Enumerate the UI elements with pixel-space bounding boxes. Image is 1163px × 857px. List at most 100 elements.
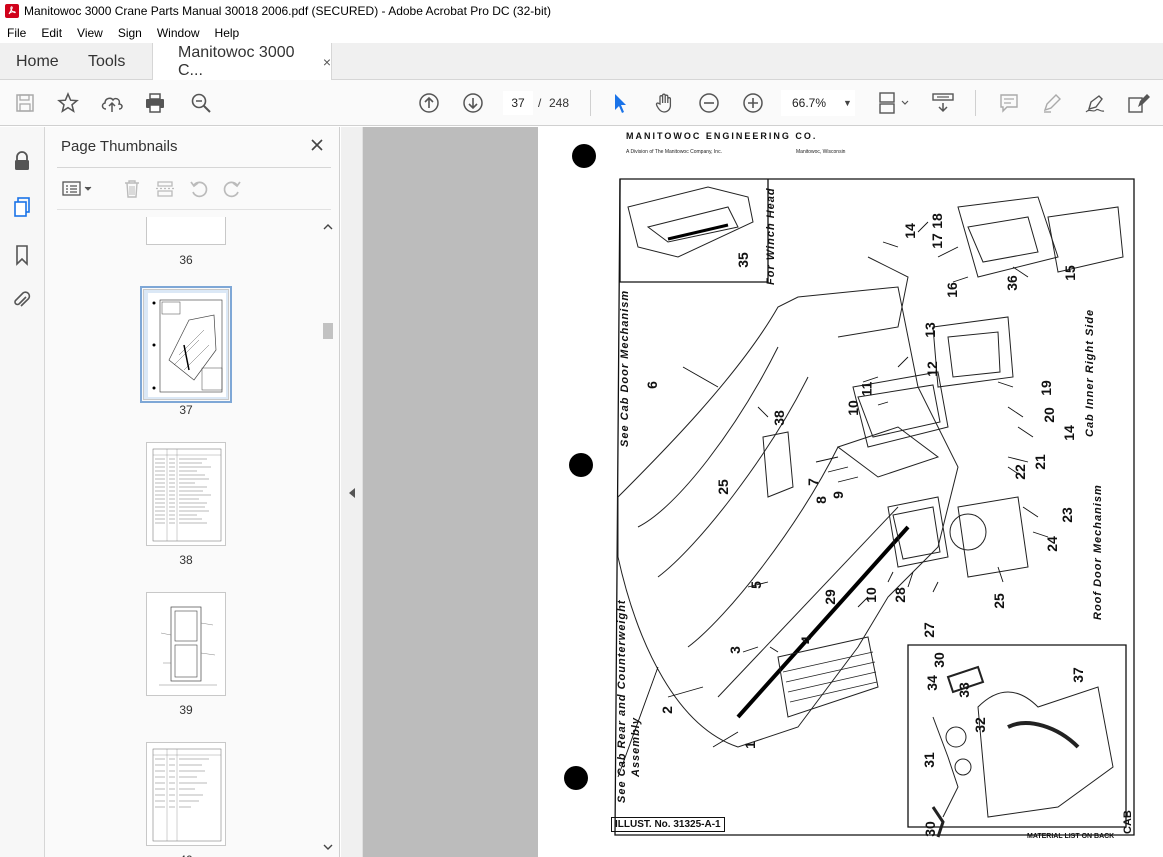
callout: 31 <box>920 752 937 768</box>
tab-document[interactable]: Manitowoc 3000 C... × <box>152 43 332 81</box>
callout: 14 <box>901 223 918 239</box>
hand-tool-icon[interactable] <box>653 91 677 115</box>
extract-page-icon[interactable] <box>154 177 176 201</box>
callout: 15 <box>1061 265 1078 281</box>
zoom-out-icon[interactable] <box>697 91 721 115</box>
scrollbar-thumb[interactable] <box>323 323 333 339</box>
page-separator: / <box>538 96 542 110</box>
upload-cloud-icon[interactable] <box>100 91 124 115</box>
window-titlebar: Manitowoc 3000 Crane Parts Manual 30018 … <box>0 0 1163 22</box>
tab-home-label: Home <box>16 52 59 70</box>
rotate-left-icon[interactable] <box>188 177 210 201</box>
menu-window[interactable]: Window <box>150 26 208 40</box>
menu-file[interactable]: File <box>0 26 34 40</box>
callout: 10 <box>844 400 861 416</box>
lock-icon[interactable] <box>10 149 34 173</box>
menu-edit[interactable]: Edit <box>34 26 70 40</box>
thumbnail-page-37[interactable] <box>140 286 232 403</box>
tab-tools[interactable]: Tools <box>88 43 125 80</box>
menu-view[interactable]: View <box>70 26 111 40</box>
callout: 24 <box>1043 536 1060 552</box>
callout: 18 <box>928 213 945 229</box>
panel-collapse-gutter[interactable] <box>341 127 363 857</box>
pdf-app-icon <box>5 4 19 18</box>
zoom-level-value: 66.7% <box>792 96 827 110</box>
callout: 30 <box>921 821 938 837</box>
page-thumbnails-panel: Page Thumbnails 36 37 38 39 <box>45 127 340 857</box>
menu-help[interactable]: Help <box>208 26 248 40</box>
callout: 14 <box>1060 425 1077 441</box>
sign-pen-icon[interactable] <box>1083 91 1107 115</box>
close-icon[interactable] <box>307 135 327 155</box>
next-page-icon[interactable] <box>461 91 485 115</box>
highlight-pen-icon[interactable] <box>1040 91 1064 115</box>
attachment-icon[interactable] <box>10 288 34 312</box>
tab-close-icon[interactable]: × <box>323 54 331 70</box>
callout: 1 <box>741 741 758 749</box>
page-thumbnails-icon[interactable] <box>10 195 34 219</box>
page-total: 248 <box>549 96 570 110</box>
star-icon[interactable] <box>56 91 80 115</box>
previous-page-icon[interactable] <box>417 91 441 115</box>
material-list-note: MATERIAL LIST ON BACK <box>1027 833 1115 840</box>
thumbnail-page-40[interactable] <box>146 742 226 846</box>
callout: 25 <box>990 593 1007 609</box>
thumbnail-label: 37 <box>179 403 193 417</box>
select-cursor-icon[interactable] <box>608 91 632 115</box>
callout: 7 <box>804 478 821 486</box>
callout: 35 <box>734 252 751 268</box>
callout: 29 <box>821 589 838 605</box>
thumbnail-options-icon[interactable] <box>60 177 96 201</box>
label-cab-rear: See Cab Rear and Counterweight <box>616 599 628 803</box>
scroll-down-icon[interactable] <box>320 841 336 853</box>
thumbnail-39-preview <box>159 606 217 686</box>
thumbnail-40-preview <box>152 748 222 842</box>
thumbnail-label: 40 <box>146 853 226 857</box>
tab-bar: Home Tools Manitowoc 3000 C... × <box>0 43 1163 81</box>
zoom-level-select[interactable]: 66.7% ▼ <box>781 90 855 116</box>
document-page: MANITOWOC ENGINEERING CO. A Division of … <box>538 127 1163 857</box>
save-icon[interactable] <box>13 91 37 115</box>
page-fit-icon[interactable] <box>876 91 912 115</box>
bookmark-icon[interactable] <box>10 243 34 267</box>
label-cab-rear-assembly: Assembly <box>630 717 642 777</box>
thumbnail-label: 36 <box>179 253 193 267</box>
panel-title: Page Thumbnails <box>61 138 178 155</box>
thumbnail-page-39[interactable] <box>146 592 226 696</box>
callout: 21 <box>1031 454 1048 470</box>
callout: 8 <box>812 496 829 504</box>
main-toolbar <box>0 80 1163 126</box>
callout: 4 <box>797 636 814 644</box>
label-cab-door: See Cab Door Mechanism <box>619 289 631 447</box>
rotate-right-icon[interactable] <box>221 177 243 201</box>
thumbnail-38-preview <box>152 448 222 542</box>
collapse-arrow-icon[interactable] <box>349 488 355 498</box>
scroll-mode-icon[interactable] <box>931 91 955 115</box>
callout: 23 <box>1058 507 1075 523</box>
callout: 9 <box>829 491 846 499</box>
thumbnail-page-38[interactable] <box>146 442 226 546</box>
thumbnail-scrollbar[interactable] <box>320 219 336 857</box>
comment-icon[interactable] <box>997 91 1021 115</box>
tab-home[interactable]: Home <box>16 43 59 80</box>
print-icon[interactable] <box>143 91 167 115</box>
chevron-down-icon: ▼ <box>843 98 852 108</box>
label-cab-inner-right: Cab Inner Right Side <box>1084 308 1096 437</box>
callout: 36 <box>1003 275 1020 291</box>
scroll-up-icon[interactable] <box>320 221 336 233</box>
thumbnail-page-36[interactable] <box>146 217 226 245</box>
zoom-in-icon[interactable] <box>741 91 765 115</box>
callout: 20 <box>1040 407 1057 423</box>
left-navigation-rail <box>0 127 45 857</box>
panel-divider-2 <box>57 209 331 210</box>
document-canvas[interactable]: MANITOWOC ENGINEERING CO. A Division of … <box>363 127 1163 857</box>
callout: 10 <box>862 587 879 603</box>
section-label: CAB <box>1122 810 1134 834</box>
zoom-search-icon[interactable] <box>189 91 213 115</box>
callout: 16 <box>943 282 960 298</box>
page-number-input[interactable]: 37 <box>503 91 533 115</box>
menu-sign[interactable]: Sign <box>111 26 150 40</box>
fill-sign-icon[interactable] <box>1127 91 1151 115</box>
delete-page-icon[interactable] <box>121 177 143 201</box>
callout: 12 <box>923 361 940 377</box>
